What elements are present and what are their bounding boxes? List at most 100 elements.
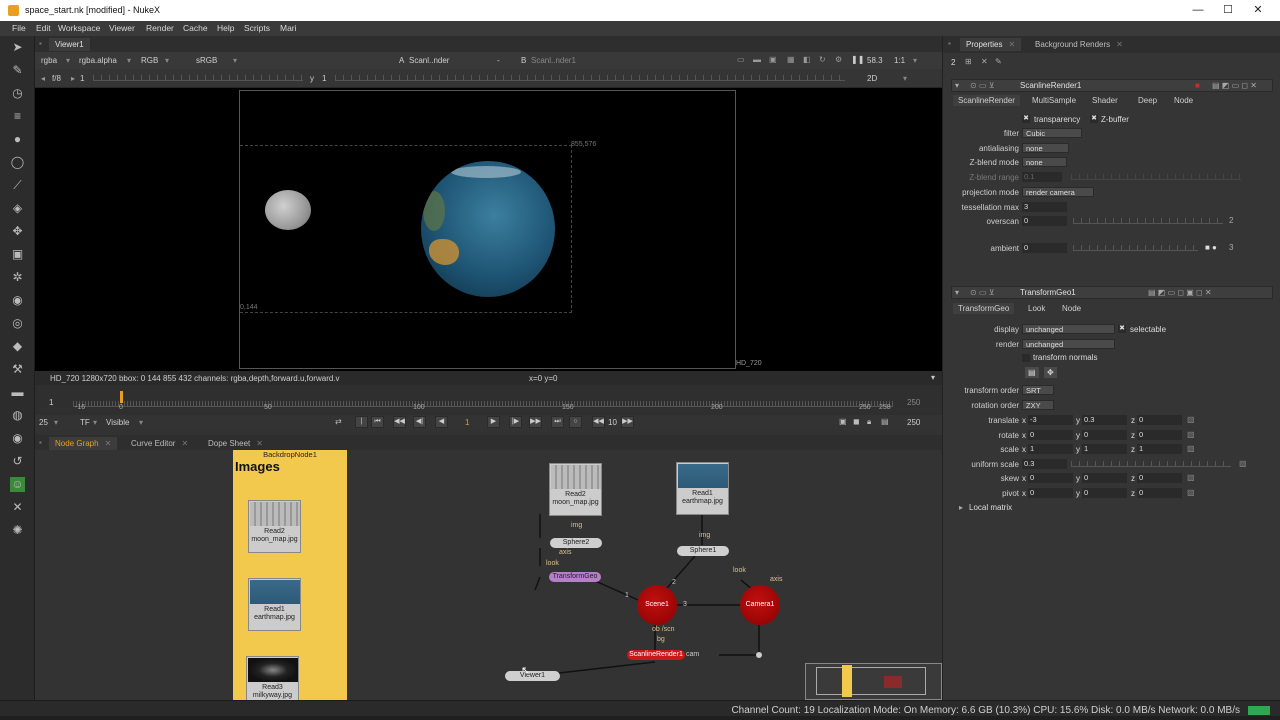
step-back-icon[interactable]: ◀◀ [592,416,605,428]
pane-menu-icon[interactable]: ▪ [948,39,951,48]
gamma-value[interactable]: 1 [322,74,326,83]
close-button[interactable]: ✕ [1243,2,1273,18]
transformgeo-header[interactable]: ▾ ⊙ ▭ ⊻ TransformGeo1 ▤ ◩ ▭ ◻ ▣ ◻ ✕ [951,286,1273,299]
guides-icon[interactable]: ▦ [787,55,795,64]
animation-icon[interactable]: ▧ [1187,444,1195,453]
visible-dropdown[interactable]: Visible [106,418,129,427]
ambient-color-icon[interactable]: ■ ● [1205,243,1217,252]
node-color-icon[interactable]: ■ [1195,81,1200,90]
menu-mari[interactable]: Mari [280,23,297,33]
channels-dropdown[interactable]: rgba [41,56,57,65]
overscan-field[interactable]: 0 [1022,216,1067,226]
read-node-read2[interactable]: Read2 moon_map.jpg [549,463,602,516]
playhead[interactable] [120,391,123,403]
timeline[interactable]: 1 -16 0 50 100 150 200 250 258 250 [35,385,942,415]
rotate-z-field[interactable]: 0 [1137,430,1182,440]
node-name-field[interactable]: TransformGeo1 [1020,288,1076,297]
selectable-checkbox[interactable]: ✖ [1118,325,1126,333]
tab-node-graph[interactable]: Node Graph ✕ [49,437,118,450]
compare-dropdown[interactable]: - [497,56,500,65]
flipbook-icon[interactable]: ▣ [839,417,847,426]
prev-frame-icon[interactable]: ◀| [413,416,426,428]
merge-icon[interactable]: ◈ [10,201,25,216]
mask-icon[interactable]: ◧ [803,55,811,64]
tab-multisample[interactable]: MultiSample [1027,95,1081,106]
play-forward-button[interactable]: ▶ [487,416,500,428]
collapse-icon[interactable]: ▾ [955,81,959,90]
node-options-icon[interactable]: ⊙ ▭ ⊻ [970,288,995,297]
step-forward-icon[interactable]: ▶▶ [621,416,634,428]
gain-slider[interactable] [93,75,303,81]
transform-order-dropdown[interactable]: SRT [1022,385,1054,395]
refresh-icon[interactable]: ↻ [819,55,826,64]
read-node[interactable]: Read1 earthmap.jpg [248,578,301,631]
uniform-scale-field[interactable]: 0.3 [1022,459,1067,469]
skew-z-field[interactable]: 0 [1137,473,1182,483]
chevron-down-icon[interactable]: ▾ [931,373,935,382]
tab-dope-sheet[interactable]: Dope Sheet ✕ [202,437,269,450]
timeline-ruler[interactable] [73,393,893,407]
scanline-header[interactable]: ▾ ⊙ ▭ ⊻ ScanlineRender1 ■ ▤ ◩ ▭ ◻ ✕ [951,79,1273,92]
render-dropdown[interactable]: unchanged [1022,339,1115,349]
pivot-x-field[interactable]: 0 [1028,488,1073,498]
draw-icon[interactable]: ✎ [10,63,25,78]
pivot-z-field[interactable]: 0 [1137,488,1182,498]
skew-y-field[interactable]: 0 [1082,473,1127,483]
sphere2-node[interactable]: Sphere2 [550,538,602,548]
read-node[interactable]: Read3 milkyway.jpg [246,656,299,700]
header-tool-icons[interactable]: ▤ ◩ ▭ ◻ ▣ ◻ ✕ [1148,288,1212,297]
scale-z-field[interactable]: 1 [1137,444,1182,454]
step-field[interactable]: 10 [608,418,617,427]
zblend-range-slider[interactable] [1071,174,1241,180]
view-mode-dropdown[interactable]: 2D [867,74,877,83]
minimap-viewport[interactable] [816,667,926,695]
other-icon[interactable]: ▬ [10,385,25,400]
tab-viewer1[interactable]: Viewer1 [49,38,90,51]
sphere1-node[interactable]: Sphere1 [677,546,729,556]
node-name-field[interactable]: ScanlineRender1 [1020,81,1081,90]
header-tool-icons[interactable]: ▤ ◩ ▭ ◻ ✕ [1212,81,1257,90]
user-icon[interactable]: ☺ [10,477,25,492]
overlay-icon[interactable]: ▣ [769,55,777,64]
last-frame-icon[interactable]: ⏭ [551,416,564,428]
filter-icon[interactable]: ◯ [10,155,25,170]
read-node-read1[interactable]: Read1 earthmap.jpg [676,462,729,515]
fstop-value[interactable]: f/8 [52,74,61,83]
views-icon[interactable]: ◎ [10,316,25,331]
frame-step-value[interactable]: 1 [80,74,84,83]
nodegraph-minimap[interactable] [805,663,942,700]
gamma-slider[interactable] [335,75,845,81]
play-backward-icon[interactable]: ◀ [435,416,448,428]
tab-deep[interactable]: Deep [1133,95,1162,106]
cara-icon[interactable]: ↺ [10,454,25,469]
expand-arrow-icon[interactable]: ▸ [959,503,963,512]
node-options-icon[interactable]: ⊙ ▭ ⊻ [970,81,995,90]
pivot-y-field[interactable]: 0 [1082,488,1127,498]
lock-icon[interactable]: ⊞ [965,57,972,66]
record-icon[interactable]: ◼ [853,417,860,426]
nodegraph-canvas[interactable]: BackdropNode1 Images Read2 moon_map.jpg R… [35,450,942,700]
viewer-node[interactable]: Viewer1 [505,671,560,681]
settings-icon[interactable]: ✺ [10,523,25,538]
time-icon[interactable]: ◷ [10,86,25,101]
current-frame-field[interactable]: 1 [465,418,469,427]
metadata-icon[interactable]: ◆ [10,339,25,354]
gpu-icon[interactable]: ⚙ [835,55,842,64]
projection-mode-dropdown[interactable]: render camera [1022,187,1094,197]
toolsets-icon[interactable]: ⚒ [10,362,25,377]
clear-icon[interactable]: ✕ [981,57,988,66]
animation-icon[interactable]: ▧ [1187,430,1195,439]
prev-keyframe-icon[interactable]: ◀◀ [393,416,406,428]
exposure-icon[interactable]: ◂ [41,74,45,83]
menu-workspace[interactable]: Workspace [58,23,100,33]
zbuffer-checkbox[interactable]: ✖ [1090,115,1098,123]
ratio-dropdown[interactable]: 1:1 [894,56,905,65]
transform-normals-checkbox[interactable] [1022,354,1030,362]
rotate-x-field[interactable]: 0 [1028,430,1073,440]
filter-dropdown[interactable]: Cubic [1022,128,1082,138]
tf-dropdown[interactable]: TF [80,418,90,427]
uniform-scale-slider[interactable] [1071,461,1231,467]
next-keyframe-icon[interactable]: ▶▶ [529,416,542,428]
range-icon[interactable]: ▤ [881,417,889,426]
ambient-slider[interactable] [1073,245,1198,251]
